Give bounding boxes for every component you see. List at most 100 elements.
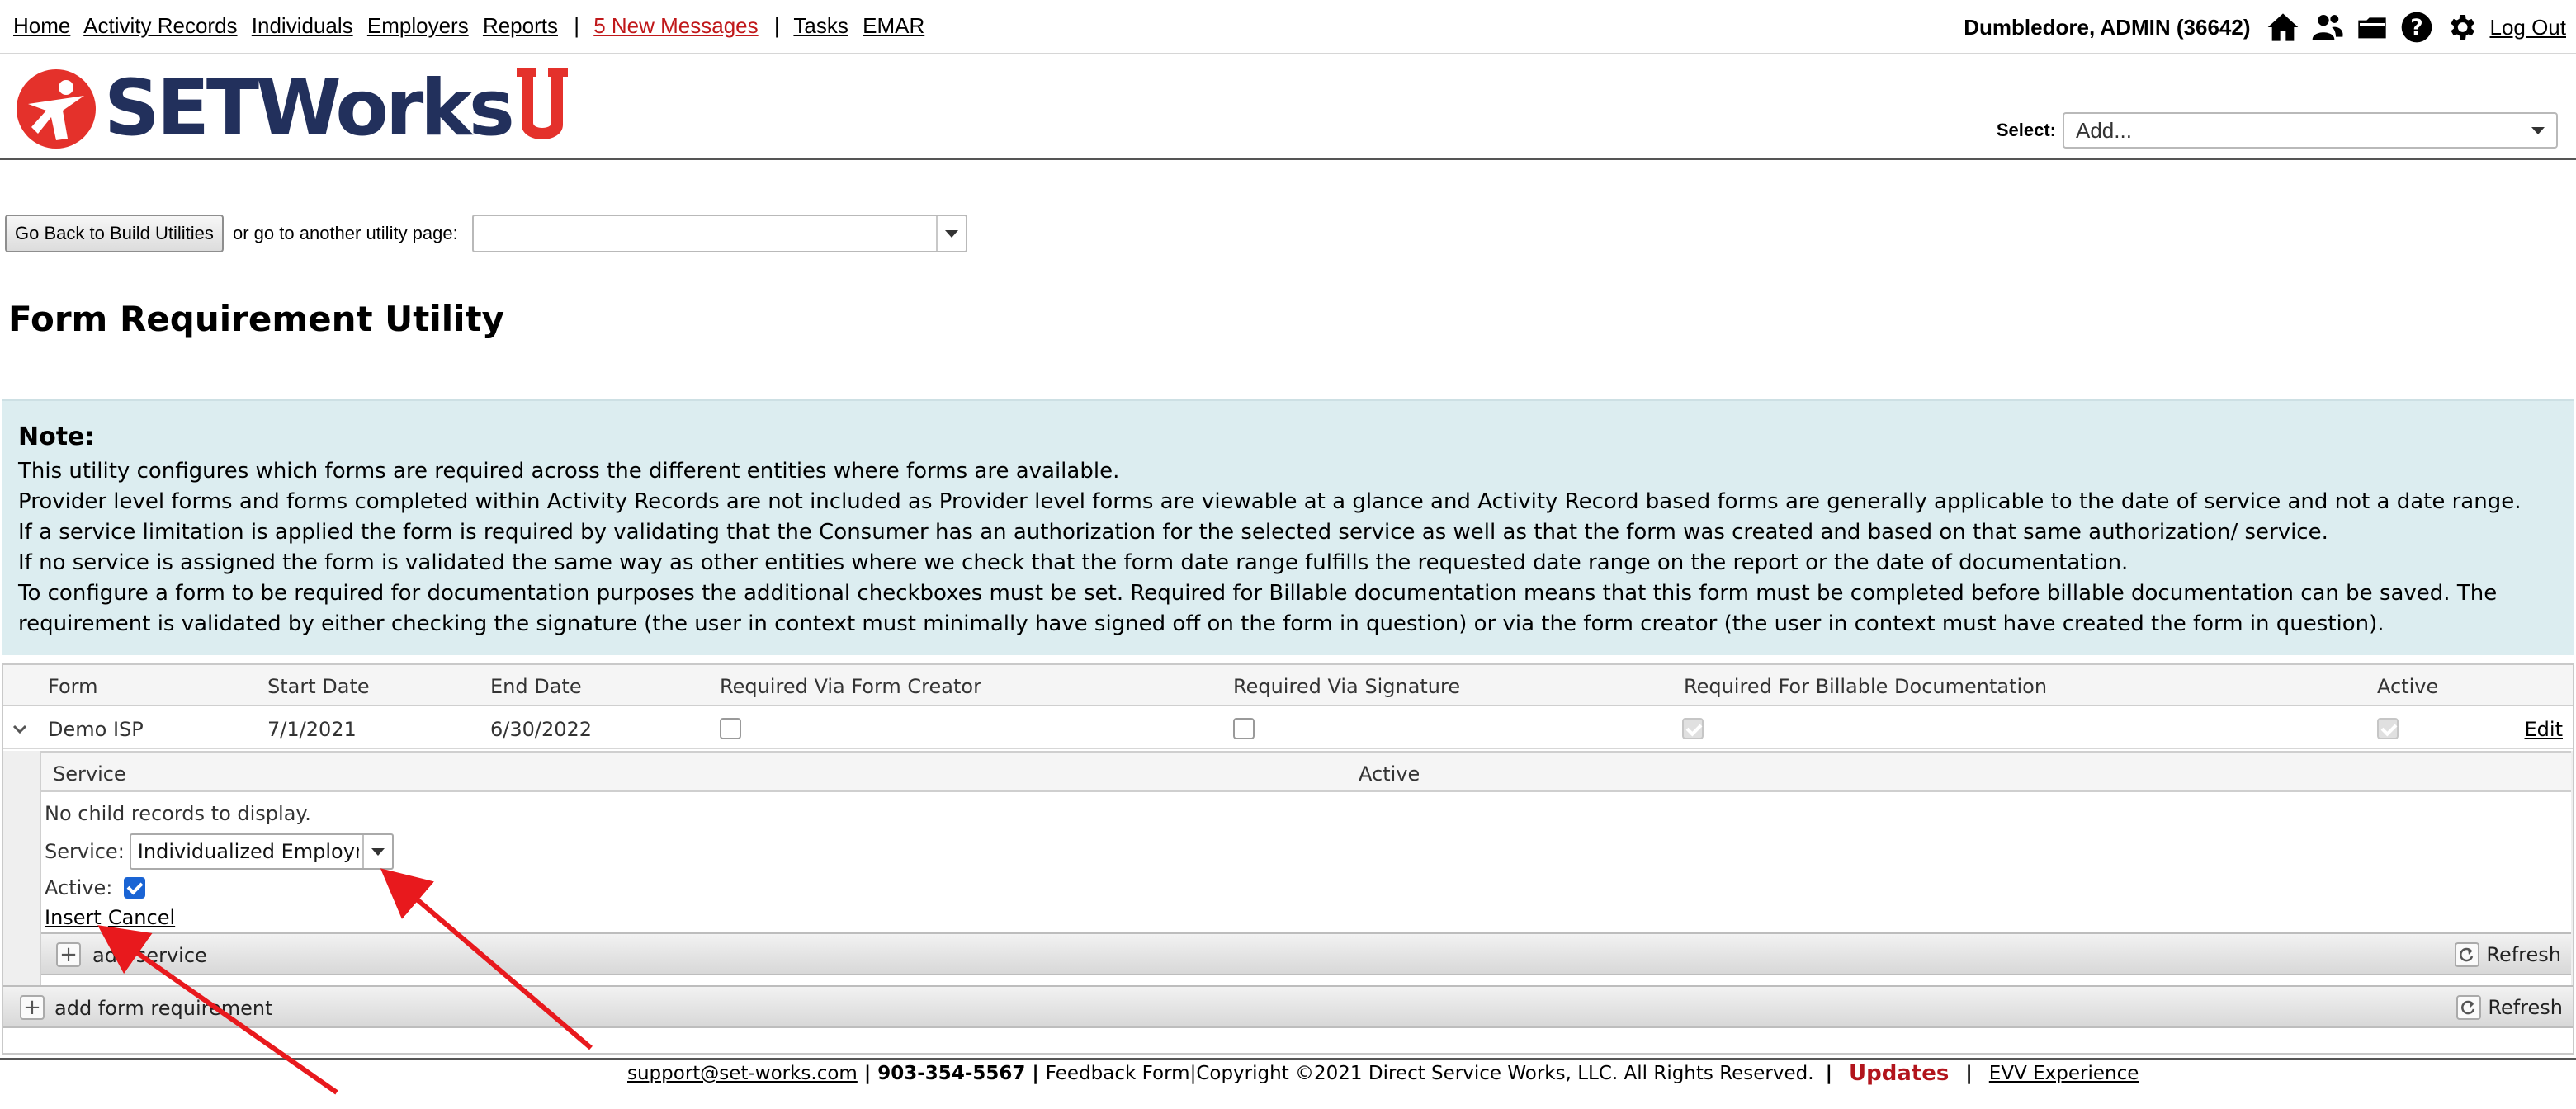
footer-content: support@set-works.com | 903-354-5567 | F… xyxy=(627,1059,2139,1088)
cancel-link[interactable]: Cancel xyxy=(108,906,175,929)
no-records-text: No child records to display. xyxy=(45,802,311,825)
chevron-down-icon xyxy=(945,229,958,238)
active-checkbox xyxy=(2377,718,2399,739)
home-icon[interactable] xyxy=(2266,11,2299,44)
nav-messages-link[interactable]: 5 New Messages xyxy=(593,13,758,38)
svg-text:?: ? xyxy=(2411,15,2423,40)
support-email-link[interactable]: support@set-works.com xyxy=(627,1063,858,1084)
chevron-down-icon xyxy=(2531,126,2545,134)
utility-or-text: or go to another utility page: xyxy=(233,223,458,243)
nav-reports-link[interactable]: Reports xyxy=(483,13,558,38)
service-dropdown-button[interactable] xyxy=(362,835,392,868)
form-requirement-grid: Form Start Date End Date Required Via Fo… xyxy=(2,663,2574,1055)
child-grid-header: Service Active xyxy=(41,751,2571,792)
active-field-row: Active: xyxy=(45,876,146,899)
grid-header: Form Start Date End Date Required Via Fo… xyxy=(3,665,2573,706)
setworks-logo[interactable]: SETWorks xyxy=(15,68,568,150)
nav-tasks-link[interactable]: Tasks xyxy=(793,13,848,38)
service-field-row: Service: Individualized Employment xyxy=(45,833,394,870)
via-signature-checkbox xyxy=(1233,718,1255,739)
service-combobox[interactable]: Individualized Employment xyxy=(129,833,394,870)
table-row: Demo ISP 7/1/2021 6/30/2022 Edit xyxy=(3,708,2573,749)
refresh-label: Refresh xyxy=(2488,996,2563,1019)
header: SETWorks Select: Add... xyxy=(0,56,2576,160)
go-back-button[interactable]: Go Back to Build Utilities xyxy=(5,215,224,252)
insert-actions: Insert Cancel xyxy=(45,906,182,929)
updates-link[interactable]: Updates xyxy=(1849,1061,1949,1086)
select-wrapper: Select: Add... xyxy=(1997,112,2558,149)
note-line: To configure a form to be required for d… xyxy=(18,581,2498,636)
column-header-child-active[interactable]: Active xyxy=(1359,762,1420,786)
add-select[interactable]: Add... xyxy=(2063,112,2558,149)
cell-start-date: 7/1/2021 xyxy=(267,718,357,741)
active-checkbox-input[interactable] xyxy=(124,877,146,899)
nav-individuals-link[interactable]: Individuals xyxy=(252,13,353,38)
column-header-via-signature[interactable]: Required Via Signature xyxy=(1233,675,1460,698)
add-select-value: Add... xyxy=(2076,117,2132,143)
copyright-text: Copyright ©2021 Direct Service Works, LL… xyxy=(1196,1063,1814,1084)
nav-user-area: Dumbledore, ADMIN (36642) ? Log Out xyxy=(1964,7,2566,48)
child-toolbar: + add service Refresh xyxy=(41,932,2571,975)
cell-end-date: 6/30/2022 xyxy=(490,718,593,741)
note-heading: Note: xyxy=(18,422,95,451)
nav-home-link[interactable]: Home xyxy=(13,13,70,38)
child-refresh-button[interactable]: Refresh xyxy=(2455,942,2561,967)
edit-link[interactable]: Edit xyxy=(2525,718,2563,741)
nav-activity-records-link[interactable]: Activity Records xyxy=(83,13,237,38)
folder-icon[interactable] xyxy=(2356,11,2389,44)
nav-separator: | xyxy=(574,13,579,38)
top-nav: Home Activity Records Individuals Employ… xyxy=(0,0,2576,54)
chevron-down-icon[interactable] xyxy=(12,721,28,738)
note-line: If no service is assigned the form is va… xyxy=(18,550,2129,575)
users-icon[interactable] xyxy=(2311,11,2344,44)
billable-checkbox xyxy=(1682,718,1704,739)
footer-separator: | xyxy=(1189,1063,1197,1084)
via-creator-checkbox xyxy=(720,718,741,739)
logo-wordmark: SETWorks xyxy=(104,64,515,153)
grid-toolbar: + add form requirement Refresh xyxy=(3,985,2573,1028)
page-title: Form Requirement Utility xyxy=(8,299,505,339)
add-service-link[interactable]: add service xyxy=(92,944,207,967)
nav-links: Home Activity Records Individuals Employ… xyxy=(13,13,933,39)
footer-separator: | xyxy=(1965,1063,1973,1084)
nav-separator: | xyxy=(773,13,780,38)
column-header-via-form-creator[interactable]: Required Via Form Creator xyxy=(720,675,981,698)
note-line: If a service limitation is applied the f… xyxy=(18,520,2328,545)
refresh-icon xyxy=(2455,942,2480,967)
column-header-start-date[interactable]: Start Date xyxy=(267,675,370,698)
column-header-active[interactable]: Active xyxy=(2377,675,2438,698)
service-child-grid: Service Active No child records to displ… xyxy=(40,751,2571,990)
chevron-down-icon xyxy=(371,847,385,856)
person-logo-icon xyxy=(17,69,96,149)
footer-separator: | xyxy=(1032,1063,1039,1084)
utility-select-dropdown[interactable] xyxy=(936,216,966,251)
refresh-button[interactable]: Refresh xyxy=(2456,995,2563,1020)
column-header-billable[interactable]: Required For Billable Documentation xyxy=(1684,675,2047,698)
nav-employers-link[interactable]: Employers xyxy=(367,13,469,38)
add-form-requirement-link[interactable]: add form requirement xyxy=(54,997,272,1020)
note-line: Provider level forms and forms completed… xyxy=(18,489,2522,514)
support-phone: 903-354-5567 xyxy=(877,1063,1026,1084)
plus-icon[interactable]: + xyxy=(20,995,45,1020)
refresh-icon xyxy=(2456,995,2482,1020)
footer: support@set-works.com | 903-354-5567 | F… xyxy=(0,1059,2576,1109)
gear-icon[interactable] xyxy=(2445,11,2478,44)
column-header-form[interactable]: Form xyxy=(48,675,97,698)
service-value: Individualized Employment xyxy=(137,840,359,863)
feedback-form-link[interactable]: Feedback Form xyxy=(1046,1063,1190,1084)
nav-emar-link[interactable]: EMAR xyxy=(863,13,924,38)
active-label: Active: xyxy=(45,876,113,899)
help-icon[interactable]: ? xyxy=(2400,11,2433,44)
logo-u-icon xyxy=(516,68,568,139)
note-line: This utility configures which forms are … xyxy=(18,459,1120,484)
column-header-end-date[interactable]: End Date xyxy=(490,675,582,698)
column-header-service[interactable]: Service xyxy=(53,762,126,786)
detail-row: Service Active No child records to displ… xyxy=(3,751,2573,995)
plus-icon[interactable]: + xyxy=(56,942,81,967)
cell-form: Demo ISP xyxy=(48,718,144,741)
evv-experience-link[interactable]: EVV Experience xyxy=(1989,1063,2139,1084)
insert-link[interactable]: Insert xyxy=(45,906,102,929)
logout-link[interactable]: Log Out xyxy=(2489,15,2566,40)
utility-page-select[interactable] xyxy=(472,215,967,252)
child-refresh-label: Refresh xyxy=(2486,943,2561,966)
